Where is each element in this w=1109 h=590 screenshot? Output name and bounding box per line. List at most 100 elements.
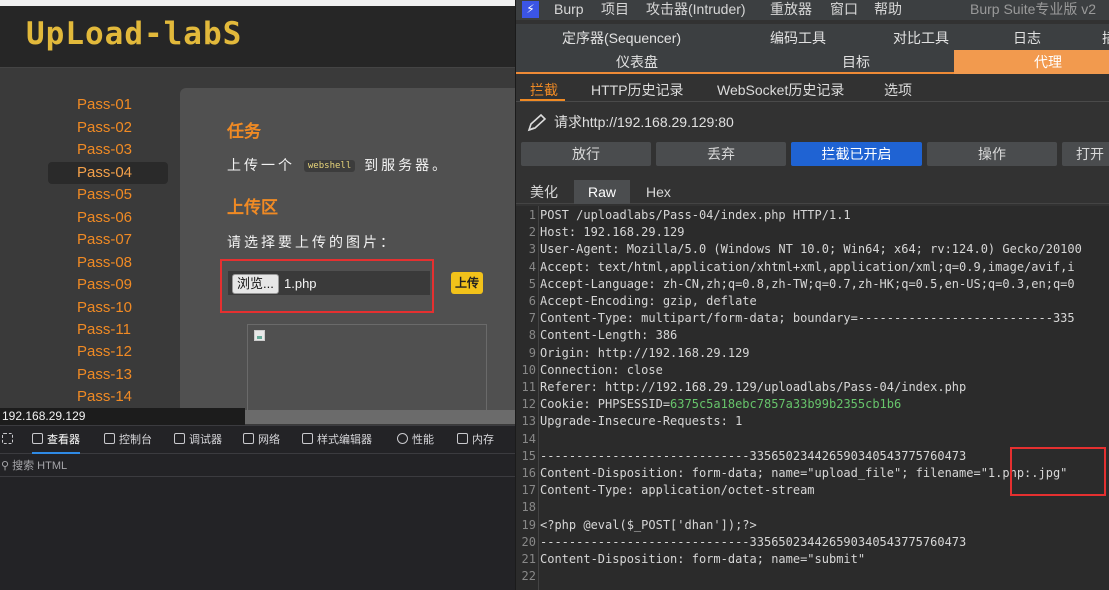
sidebar-item-pass-01[interactable]: Pass-01 bbox=[48, 94, 168, 116]
horizontal-scrollbar[interactable] bbox=[245, 410, 515, 424]
request-line: POST /uploadlabs/Pass-04/index.php HTTP/… bbox=[540, 208, 851, 222]
task-panel: 任务 上传一个 webshell 到服务器。 上传区 请选择要上传的图片： 浏览… bbox=[180, 88, 515, 414]
subtab-options[interactable]: 选项 bbox=[884, 80, 912, 100]
forward-button[interactable]: 放行 bbox=[521, 142, 651, 166]
line-number: 4 bbox=[528, 259, 536, 274]
request-line: Host: 192.168.29.129 bbox=[540, 225, 685, 240]
pencil-icon[interactable] bbox=[526, 113, 548, 133]
request-line: Accept: text/html,application/xhtml+xml,… bbox=[540, 259, 1075, 274]
task-text-post: 到服务器。 bbox=[364, 157, 450, 173]
sidebar-item-pass-04[interactable]: Pass-04 bbox=[48, 162, 168, 184]
screenshot-root: UpLoad-labS Pass-01 Pass-02 Pass-03 Pass… bbox=[0, 0, 1109, 590]
tab-decoder[interactable]: 编码工具 bbox=[770, 28, 826, 48]
request-line: Content-Type: multipart/form-data; bound… bbox=[540, 311, 1075, 326]
menu-repeater[interactable]: 重放器 bbox=[770, 0, 812, 18]
line-number: 15 bbox=[521, 448, 536, 463]
intercept-actions: 放行 丢弃 拦截已开启 操作 打开 bbox=[516, 142, 1109, 168]
line-number: 6 bbox=[528, 294, 536, 308]
request-line: Referer: http://192.168.29.129/uploadlab… bbox=[540, 380, 967, 394]
sidebar-item-pass-08[interactable]: Pass-08 bbox=[48, 252, 168, 274]
sidebar-item-pass-14[interactable]: Pass-14 bbox=[48, 386, 168, 408]
menu-help[interactable]: 帮助 bbox=[874, 0, 902, 18]
devtools-tab-network[interactable]: 网络 bbox=[243, 426, 280, 454]
request-target-text: 请求http://192.168.29.129:80 bbox=[554, 114, 734, 130]
browser-window: UpLoad-labS Pass-01 Pass-02 Pass-03 Pass… bbox=[0, 0, 515, 590]
tab-proxy[interactable]: 代理 bbox=[954, 50, 1109, 74]
devtools-tab-memory[interactable]: 内存 bbox=[457, 426, 494, 454]
open-browser-button[interactable]: 打开 bbox=[1062, 142, 1109, 166]
sidebar-item-pass-07[interactable]: Pass-07 bbox=[48, 229, 168, 251]
element-picker-icon[interactable] bbox=[2, 426, 17, 454]
sidebar-item-pass-11[interactable]: Pass-11 bbox=[48, 319, 168, 341]
request-line: Origin: http://192.168.29.129 bbox=[540, 345, 750, 360]
line-number: 22 bbox=[521, 569, 536, 584]
devtools-tab-console[interactable]: 控制台 bbox=[104, 426, 152, 454]
pass-sidebar: Pass-01 Pass-02 Pass-03 Pass-04 Pass-05 … bbox=[0, 68, 180, 408]
tab-target[interactable]: 目标 bbox=[842, 52, 870, 72]
upload-prompt: 请选择要上传的图片： bbox=[227, 234, 397, 250]
sidebar-item-pass-06[interactable]: Pass-06 bbox=[48, 207, 168, 229]
line-number: 19 bbox=[521, 517, 536, 532]
cookie-value: 6375c5a18ebc7857a33b99b2355cb1b6 bbox=[670, 397, 902, 412]
intercept-toggle-button[interactable]: 拦截已开启 bbox=[791, 142, 922, 166]
line-number: 10 bbox=[521, 362, 536, 377]
devtools-tab-performance[interactable]: 性能 bbox=[397, 426, 434, 454]
tool-tabs-row-1: 定序器(Sequencer) 编码工具 对比工具 日志 插 bbox=[516, 24, 1109, 50]
devtools-tab-style-editor[interactable]: 样式编辑器 bbox=[302, 426, 372, 454]
sidebar-item-pass-02[interactable]: Pass-02 bbox=[48, 117, 168, 139]
active-subtab-indicator bbox=[520, 99, 565, 101]
menu-project[interactable]: 项目 bbox=[601, 0, 629, 18]
devtools-tab-inspector[interactable]: 查看器 bbox=[32, 426, 80, 454]
line-number: 12 bbox=[521, 397, 536, 412]
sidebar-item-pass-09[interactable]: Pass-09 bbox=[48, 274, 168, 296]
devtools-tab-label: 性能 bbox=[412, 434, 434, 446]
menu-burp[interactable]: Burp bbox=[554, 0, 584, 18]
sidebar-item-pass-03[interactable]: Pass-03 bbox=[48, 139, 168, 161]
upload-button[interactable]: 上传 bbox=[451, 272, 483, 294]
devtools-search-input[interactable]: ⚲ 搜索 HTML bbox=[0, 455, 515, 477]
subtab-http-history[interactable]: HTTP历史记录 bbox=[591, 80, 684, 100]
drop-button[interactable]: 丢弃 bbox=[656, 142, 786, 166]
tab-logger[interactable]: 日志 bbox=[1013, 28, 1041, 48]
status-url: 192.168.29.129 bbox=[0, 408, 245, 425]
sidebar-item-pass-12[interactable]: Pass-12 bbox=[48, 341, 168, 363]
line-number: 14 bbox=[521, 431, 536, 446]
request-editor[interactable]: 1 POST /uploadlabs/Pass-04/index.php HTTP… bbox=[516, 206, 1109, 590]
task-heading: 任务 bbox=[227, 122, 261, 141]
request-line: -----------------------------33565023442… bbox=[540, 534, 967, 549]
browse-button[interactable]: 浏览... bbox=[232, 274, 279, 294]
view-tab-raw[interactable]: Raw bbox=[574, 180, 631, 204]
selected-file-name: 1.php bbox=[284, 276, 317, 291]
burp-logo-icon: ⚡ bbox=[522, 1, 539, 18]
site-logo[interactable]: UpLoad-labS bbox=[26, 16, 242, 52]
request-line: User-Agent: Mozilla/5.0 (Windows NT 10.0… bbox=[540, 242, 1082, 257]
menu-window[interactable]: 窗口 bbox=[830, 0, 858, 18]
line-number: 20 bbox=[521, 534, 536, 549]
menu-intruder[interactable]: 攻击器(Intruder) bbox=[646, 0, 746, 18]
tab-comparer[interactable]: 对比工具 bbox=[893, 28, 949, 48]
tab-sequencer[interactable]: 定序器(Sequencer) bbox=[562, 28, 681, 48]
line-number: 11 bbox=[521, 380, 536, 394]
line-number: 13 bbox=[521, 414, 536, 429]
search-placeholder: 搜索 HTML bbox=[12, 460, 68, 472]
line-number: 2 bbox=[528, 225, 536, 240]
tab-extensions[interactable]: 插 bbox=[1102, 28, 1109, 48]
devtools-tab-debugger[interactable]: 调试器 bbox=[174, 426, 222, 454]
subtab-intercept[interactable]: 拦截 bbox=[530, 80, 558, 100]
devtools-tab-label: 调试器 bbox=[189, 434, 222, 446]
view-tab-pretty[interactable]: 美化 bbox=[516, 180, 572, 204]
sidebar-item-pass-05[interactable]: Pass-05 bbox=[48, 184, 168, 206]
burp-menubar: ⚡ Burp 项目 攻击器(Intruder) 重放器 窗口 帮助 Burp S… bbox=[516, 0, 1109, 20]
line-number: 17 bbox=[521, 483, 536, 498]
tab-dashboard[interactable]: 仪表盘 bbox=[616, 52, 658, 72]
sidebar-item-pass-13[interactable]: Pass-13 bbox=[48, 364, 168, 386]
sidebar-item-pass-10[interactable]: Pass-10 bbox=[48, 297, 168, 319]
task-code-tag: webshell bbox=[303, 160, 356, 173]
action-button[interactable]: 操作 bbox=[927, 142, 1057, 166]
file-input[interactable]: 浏览... 1.php bbox=[228, 271, 430, 295]
window-title: Burp Suite专业版 v2 bbox=[970, 1, 1097, 17]
view-tab-hex[interactable]: Hex bbox=[632, 180, 685, 204]
broken-image-icon bbox=[254, 330, 265, 341]
subtab-websocket-history[interactable]: WebSocket历史记录 bbox=[717, 80, 844, 100]
devtools-tab-label: 查看器 bbox=[47, 434, 80, 446]
